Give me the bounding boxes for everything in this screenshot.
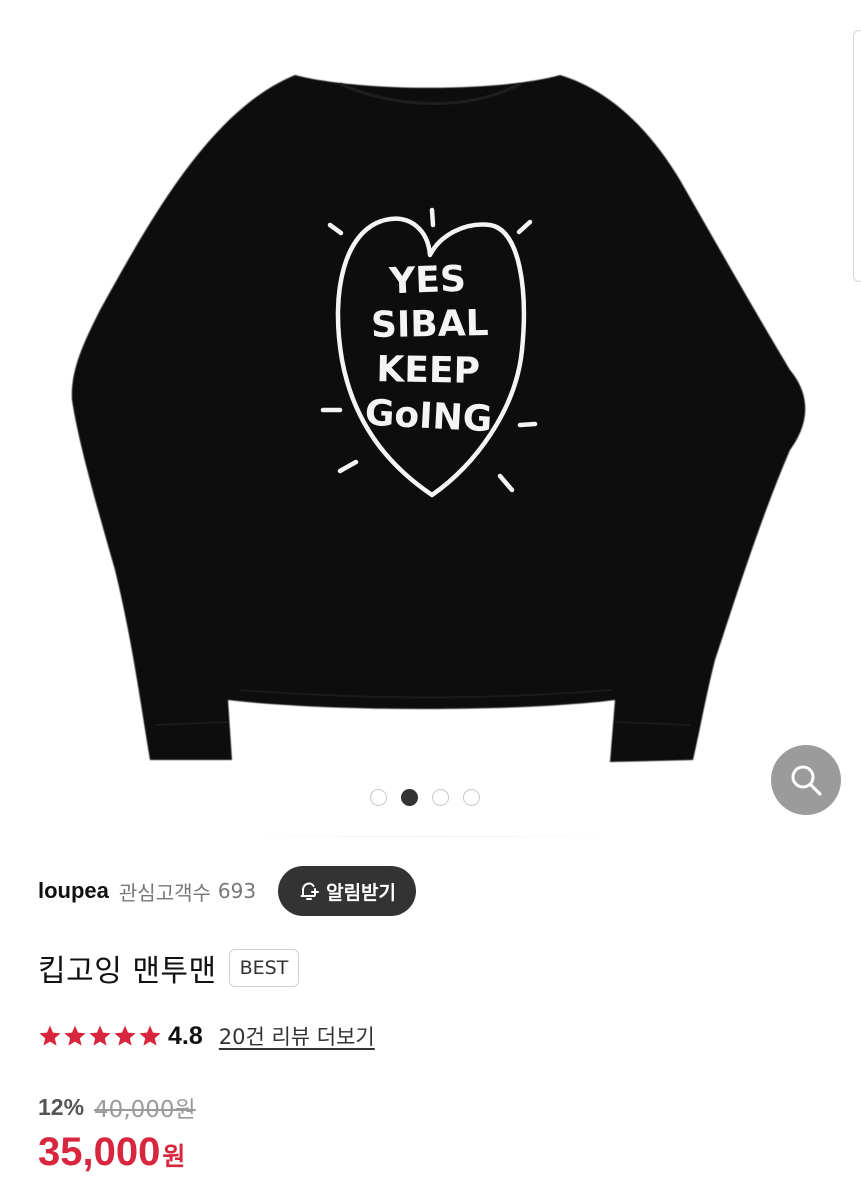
star-icon: [139, 1025, 161, 1046]
gallery-pagination: [370, 789, 480, 806]
product-title: 킵고잉 맨투맨: [38, 954, 217, 989]
star-icon: [64, 1025, 86, 1046]
pagination-dot[interactable]: [463, 789, 480, 806]
search-icon: [791, 765, 822, 796]
discount-rate: 12%: [38, 1093, 85, 1120]
pagination-dot[interactable]: [370, 789, 387, 806]
rating-value: 4.8: [168, 1021, 203, 1050]
star-icon: [114, 1025, 136, 1046]
product-photo: YES SIBAL KEEP GoING: [71, 75, 806, 762]
pagination-dot-active[interactable]: [401, 789, 418, 806]
best-badge: BEST: [228, 949, 300, 987]
favorite-count: 693: [217, 879, 257, 903]
review-more-link[interactable]: 20건 리뷰 더보기: [219, 1021, 375, 1051]
print-text-line-2: SIBAL: [371, 303, 489, 346]
bell-plus-icon: [300, 882, 320, 900]
product-image-gallery[interactable]: YES SIBAL KEEP GoING: [0, 0, 861, 840]
zoom-button[interactable]: [771, 745, 841, 815]
original-price-row: 12% 40,000원: [38, 1088, 196, 1126]
notify-button-label: 알림받기: [326, 881, 397, 904]
rating-row: 4.8 20건 리뷰 더보기: [38, 1016, 375, 1056]
store-info: loupea 관심고객수 693 알림받기: [38, 866, 417, 916]
print-text-line-1: YES: [388, 259, 467, 303]
sale-price-row: 35,000 원: [38, 1130, 185, 1184]
print-text-line-3: KEEP: [376, 349, 480, 392]
gallery-divider: [230, 836, 630, 837]
star-icon: [89, 1025, 111, 1046]
favorite-count-label: 관심고객수: [118, 880, 211, 905]
side-scroll-handle[interactable]: [853, 30, 861, 282]
original-price: 40,000원: [94, 1097, 196, 1123]
star-icon: [39, 1025, 61, 1046]
sale-price-currency: 원: [162, 1142, 186, 1171]
notify-button[interactable]: 알림받기: [278, 866, 417, 916]
store-name-link[interactable]: loupea: [38, 878, 109, 904]
print-text-line-4: GoING: [364, 393, 493, 441]
product-title-row: 킵고잉 맨투맨 BEST: [38, 945, 300, 991]
sale-price: 35,000: [38, 1130, 161, 1174]
rating-stars: [38, 1024, 162, 1048]
pagination-dot[interactable]: [432, 789, 449, 806]
